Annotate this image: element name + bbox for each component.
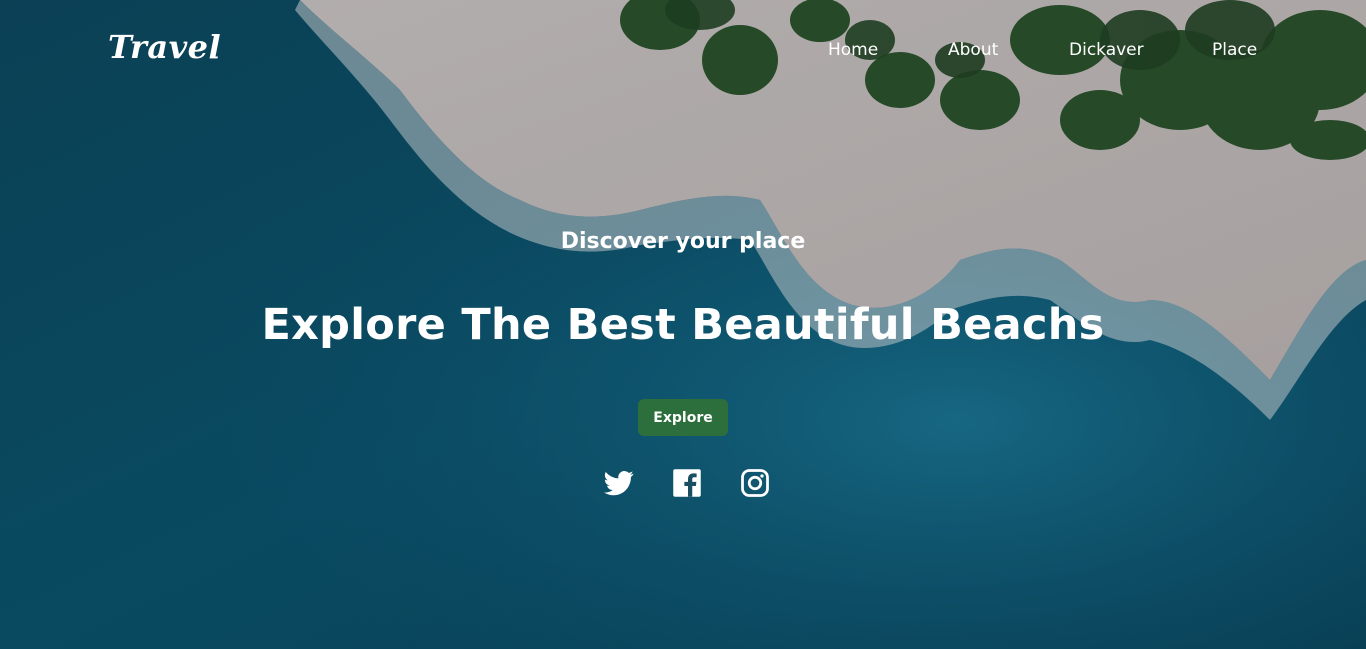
twitter-icon[interactable] [604, 468, 634, 498]
main-nav: Home About Dickaver Place [0, 40, 1366, 64]
nav-place[interactable]: Place [1212, 40, 1257, 60]
hero-title: Explore The Best Beautiful Beachs [261, 300, 1105, 350]
facebook-icon[interactable] [672, 468, 702, 498]
instagram-icon[interactable] [740, 468, 770, 498]
hero-section: Travel Home About Dickaver Place Discove… [0, 0, 1366, 649]
nav-about[interactable]: About [948, 40, 998, 60]
hero-subtitle: Discover your place [560, 229, 806, 254]
nav-dickaver[interactable]: Dickaver [1069, 40, 1144, 60]
nav-home[interactable]: Home [828, 40, 878, 60]
explore-button[interactable]: Explore [638, 399, 728, 436]
